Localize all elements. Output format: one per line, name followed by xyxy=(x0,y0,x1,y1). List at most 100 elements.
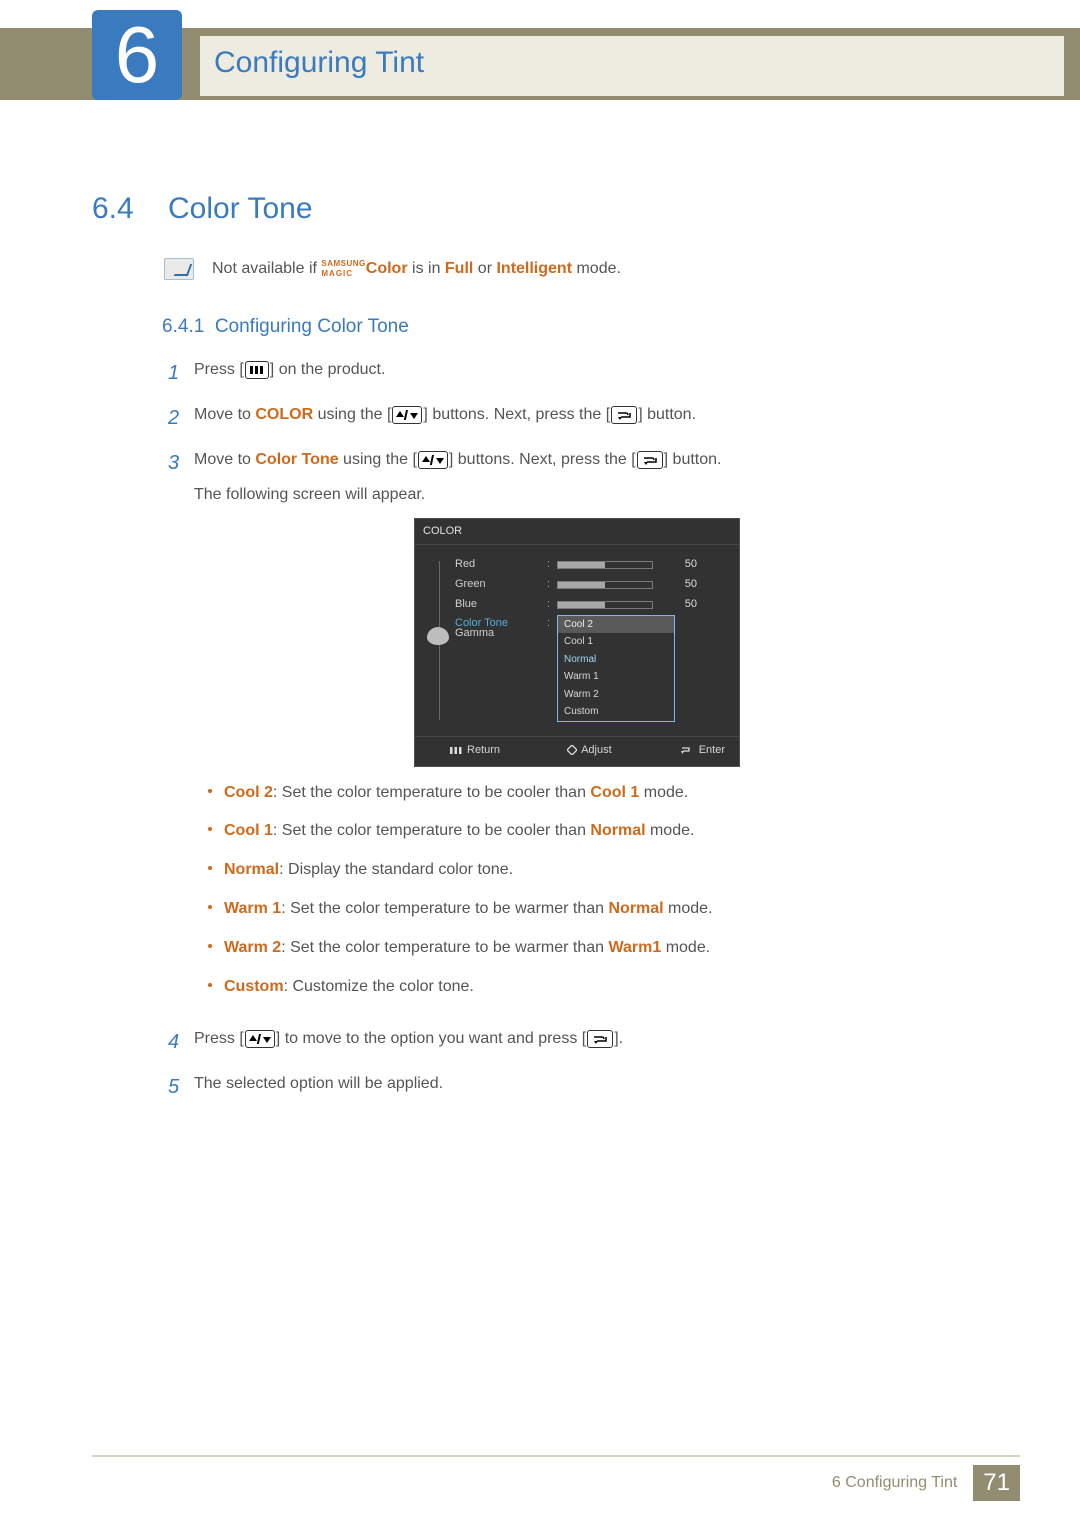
chapter-number: 6 xyxy=(115,15,160,95)
osd-options: Cool 2 Cool 1 Normal Warm 1 Warm 2 Custo… xyxy=(557,615,675,722)
note-prefix: Not available if xyxy=(212,260,321,277)
opt-name: Warm 1 xyxy=(224,900,281,917)
step-number: 5 xyxy=(168,1072,194,1103)
t: Move to xyxy=(194,406,255,423)
osd-option: Cool 2 xyxy=(558,616,674,634)
option-cool2: Cool 2: Set the color temperature to be … xyxy=(194,781,960,806)
section-title: Color Tone xyxy=(168,192,313,226)
osd-colon: : xyxy=(547,615,557,632)
opt-ref: Warm1 xyxy=(608,939,661,956)
opt-ref: Cool 1 xyxy=(590,784,639,801)
updown-icon xyxy=(418,451,448,469)
opt-ref: Normal xyxy=(608,900,663,917)
kw-color: COLOR xyxy=(255,406,313,423)
osd-footer-enter: Enter xyxy=(679,742,725,759)
subsection-number: 6.4.1 xyxy=(162,316,204,337)
updown-icon xyxy=(245,1030,275,1048)
t: : Set the color temperature to be cooler… xyxy=(273,784,591,801)
t: Adjust xyxy=(581,742,612,759)
t: using the [ xyxy=(339,451,417,468)
opt-name: Warm 2 xyxy=(224,939,281,956)
osd-value: 50 xyxy=(671,596,697,613)
note-mid2: or xyxy=(473,260,496,277)
osd-label: Green xyxy=(455,576,547,593)
enter-icon xyxy=(587,1030,613,1048)
t: mode. xyxy=(661,939,710,956)
osd-colon: : xyxy=(547,596,557,613)
step-5: 5 The selected option will be applied. xyxy=(168,1072,960,1103)
kw-colortone: Color Tone xyxy=(255,451,338,468)
osd-label: Blue xyxy=(455,596,547,613)
osd-row-blue: Blue : 50 xyxy=(455,595,729,615)
osd-option: Custom xyxy=(558,703,674,721)
step-2: 2 Move to COLOR using the [] buttons. Ne… xyxy=(168,403,960,434)
chapter-title: Configuring Tint xyxy=(200,36,1064,96)
osd-slider xyxy=(557,601,653,609)
step-body: The selected option will be applied. xyxy=(194,1072,960,1103)
step-1: 1 Press [] on the product. xyxy=(168,358,960,389)
osd-body: Red : 50 Green : 50 Blue xyxy=(415,545,739,736)
step-4: 4 Press [ ] to move to the option you wan… xyxy=(168,1027,960,1058)
note-suffix: mode. xyxy=(572,260,621,277)
osd-footer: Return Adjust Enter xyxy=(415,736,739,766)
t: The selected option will be applied. xyxy=(194,1075,443,1092)
enter-icon xyxy=(679,745,695,755)
osd-left-rail xyxy=(425,555,455,726)
t: ] button. xyxy=(638,406,696,423)
option-normal: Normal: Display the standard color tone. xyxy=(194,858,960,883)
step-number: 3 xyxy=(168,448,194,1013)
menu-icon xyxy=(245,361,269,379)
t: : Set the color temperature to be warmer… xyxy=(281,900,608,917)
osd-colon: : xyxy=(547,576,557,593)
t: ] buttons. Next, press the [ xyxy=(423,406,610,423)
chapter-number-box: 6 xyxy=(92,10,182,100)
t: ] button. xyxy=(664,451,722,468)
note-icon xyxy=(164,258,194,280)
opt-name: Cool 2 xyxy=(224,784,273,801)
t: ] to move to the option you want and pre… xyxy=(276,1030,586,1047)
opt-name: Custom xyxy=(224,978,284,995)
osd-value: 50 xyxy=(671,576,697,593)
footer-text: 6 Configuring Tint xyxy=(832,1474,957,1492)
note-mid1: is in xyxy=(408,260,445,277)
footer-page-number: 71 xyxy=(973,1465,1020,1501)
t: : Set the color temperature to be cooler… xyxy=(273,822,591,839)
menu-icon xyxy=(449,746,463,755)
t: mode. xyxy=(664,900,713,917)
step-body: Move to COLOR using the [ ] buttons. Next… xyxy=(194,403,960,434)
magic-word: Color xyxy=(366,260,408,277)
note-text: Not available if SAMSUNGMAGICColor is in… xyxy=(212,260,621,278)
step-number: 4 xyxy=(168,1027,194,1058)
osd-title: COLOR xyxy=(415,519,739,545)
t: Enter xyxy=(699,742,725,759)
step-body: Move to Color Tone using the [] buttons.… xyxy=(194,448,960,1013)
osd-option: Warm 2 xyxy=(558,686,674,704)
option-warm1: Warm 1: Set the color temperature to be … xyxy=(194,897,960,922)
t: ] on the product. xyxy=(270,361,386,378)
step-3: 3 Move to Color Tone using the [] button… xyxy=(168,448,960,1013)
osd-value: 50 xyxy=(671,556,697,573)
t: Return xyxy=(467,742,500,759)
osd-option: Cool 1 xyxy=(558,633,674,651)
enter-icon xyxy=(637,451,663,469)
osd-row-green: Green : 50 xyxy=(455,575,729,595)
t: using the [ xyxy=(313,406,391,423)
t: Press [ xyxy=(194,1030,244,1047)
enter-icon xyxy=(611,406,637,424)
diamond-icon xyxy=(567,745,577,755)
palette-icon xyxy=(427,627,449,645)
opt-name: Normal xyxy=(224,861,279,878)
osd-row-red: Red : 50 xyxy=(455,555,729,575)
osd-footer-return: Return xyxy=(449,742,500,759)
osd-label: Red xyxy=(455,556,547,573)
t: : Set the color temperature to be warmer… xyxy=(281,939,608,956)
step-number: 1 xyxy=(168,358,194,389)
note-row: Not available if SAMSUNGMAGICColor is in… xyxy=(164,258,960,280)
osd-footer-adjust: Adjust xyxy=(567,742,612,759)
t: ]. xyxy=(614,1030,623,1047)
osd-slider xyxy=(557,581,653,589)
magic-bottom: MAGIC xyxy=(321,270,353,278)
opt-ref: Normal xyxy=(590,822,645,839)
step-body: Press [ ] to move to the option you want … xyxy=(194,1027,960,1058)
note-full: Full xyxy=(445,260,473,277)
